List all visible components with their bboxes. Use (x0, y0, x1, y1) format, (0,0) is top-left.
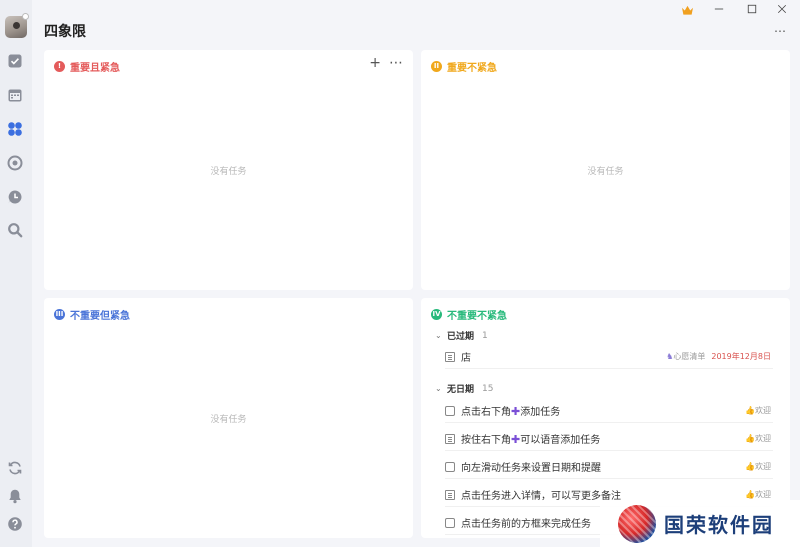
quadrant-header: IV 不重要不紧急 (431, 307, 507, 322)
task-row[interactable]: 店 ♞心愿清单 2019年12月8日 (445, 345, 773, 369)
task-row[interactable]: 点击右下角✚添加任务 👍欢迎 (445, 399, 773, 423)
task-checkbox[interactable] (445, 461, 455, 472)
search-icon[interactable] (7, 222, 23, 238)
quadrant-header: II 重要不紧急 (431, 59, 497, 74)
task-title: 点击右下角✚添加任务 (461, 405, 561, 418)
task-due-date: 2019年12月8日 (711, 352, 771, 361)
task-row[interactable]: 按住右下角✚可以语音添加任务 👍欢迎 (445, 427, 773, 451)
group-name: 无日期 (447, 385, 475, 395)
add-task-button[interactable]: + (369, 56, 381, 70)
task-meta: 👍欢迎 (745, 433, 771, 444)
empty-state-text: 没有任务 (210, 415, 247, 425)
premium-crown-icon[interactable] (679, 3, 695, 17)
note-task-icon[interactable] (445, 351, 455, 362)
group-name: 已过期 (447, 332, 475, 342)
notification-bell-icon[interactable] (7, 488, 23, 504)
watermark: 国荣软件园 (600, 500, 800, 547)
plus-icon: ✚ (511, 405, 521, 418)
task-row[interactable]: 向左滑动任务来设置日期和提醒 👍欢迎 (445, 455, 773, 479)
quadrant-badge-1: ! (54, 61, 65, 72)
quadrant-badge-3: III (54, 309, 65, 320)
quadrant-more-button[interactable]: ⋯ (389, 56, 403, 70)
note-task-icon[interactable] (445, 489, 455, 500)
task-title: 店 (461, 353, 471, 364)
task-list-tag: 👍欢迎 (745, 434, 771, 443)
empty-state-text: 没有任务 (210, 167, 247, 177)
calendar-icon[interactable] (7, 87, 23, 103)
page-more-button[interactable]: ⋯ (774, 24, 787, 38)
minimize-button[interactable] (711, 2, 727, 16)
quadrant-title[interactable]: 不重要不紧急 (447, 307, 507, 322)
plus-icon: ✚ (511, 433, 521, 446)
quadrant-tools: + ⋯ (369, 56, 403, 70)
thumbs-up-icon: 👍 (745, 434, 755, 443)
page-title: 四象限 (44, 24, 86, 40)
chevron-down-icon: ⌄ (435, 331, 442, 340)
thumbs-up-icon: 👍 (745, 462, 755, 471)
task-title: 按住右下角✚可以语音添加任务 (461, 433, 601, 446)
task-list-tag: 👍欢迎 (745, 490, 771, 499)
help-icon[interactable] (7, 516, 23, 532)
group-header-overdue[interactable]: ⌄ 已过期 1 (435, 329, 488, 343)
task-meta: 👍欢迎 (745, 461, 771, 472)
quadrant-urgent-important: ! 重要且紧急 + ⋯ 没有任务 (44, 50, 413, 290)
quadrant-title[interactable]: 不重要但紧急 (70, 307, 130, 322)
watermark-text: 国荣软件园 (664, 513, 774, 537)
thumbs-up-icon: 👍 (745, 406, 755, 415)
task-title: 向左滑动任务来设置日期和提醒 (461, 463, 601, 474)
quadrant-header: ! 重要且紧急 (54, 59, 120, 74)
task-title: 点击任务进入详情，可以写更多备注 (461, 491, 621, 502)
task-meta: ♞心愿清单 2019年12月8日 (666, 351, 771, 362)
task-meta: 👍欢迎 (745, 405, 771, 416)
group-count: 15 (482, 383, 494, 394)
note-task-icon[interactable] (445, 433, 455, 444)
four-quadrant-icon[interactable] (7, 121, 23, 137)
task-list-tag: 👍欢迎 (745, 462, 771, 471)
quadrant-badge-4: IV (431, 309, 442, 320)
quadrant-title[interactable]: 重要且紧急 (70, 59, 120, 74)
task-checkbox[interactable] (445, 517, 455, 528)
watermark-globe-logo (618, 504, 656, 543)
group-header-no-date[interactable]: ⌄ 无日期 15 (435, 382, 494, 396)
focus-timer-icon[interactable] (7, 155, 23, 171)
task-list-tag: 👍欢迎 (745, 406, 771, 415)
close-button[interactable] (774, 2, 790, 16)
empty-state-text: 没有任务 (587, 167, 624, 177)
avatar-status-dot (22, 13, 29, 20)
group-count: 1 (482, 330, 488, 341)
sidebar (0, 0, 32, 547)
habit-clock-icon[interactable] (7, 189, 23, 205)
task-meta: 👍欢迎 (745, 489, 771, 500)
sync-icon[interactable] (7, 460, 23, 476)
quadrant-urgent-not-important: III 不重要但紧急 没有任务 (44, 298, 413, 538)
maximize-button[interactable] (744, 2, 760, 16)
task-checkbox[interactable] (445, 405, 455, 416)
task-title: 点击任务前的方框来完成任务 (461, 519, 591, 530)
quadrant-important-not-urgent: II 重要不紧急 没有任务 (421, 50, 790, 290)
chevron-down-icon: ⌄ (435, 384, 442, 393)
thumbs-up-icon: 👍 (745, 490, 755, 499)
quadrant-header: III 不重要但紧急 (54, 307, 130, 322)
task-check-icon[interactable] (7, 53, 23, 69)
quadrant-title[interactable]: 重要不紧急 (447, 59, 497, 74)
quadrant-badge-2: II (431, 61, 442, 72)
task-list-tag: ♞心愿清单 (666, 352, 706, 361)
